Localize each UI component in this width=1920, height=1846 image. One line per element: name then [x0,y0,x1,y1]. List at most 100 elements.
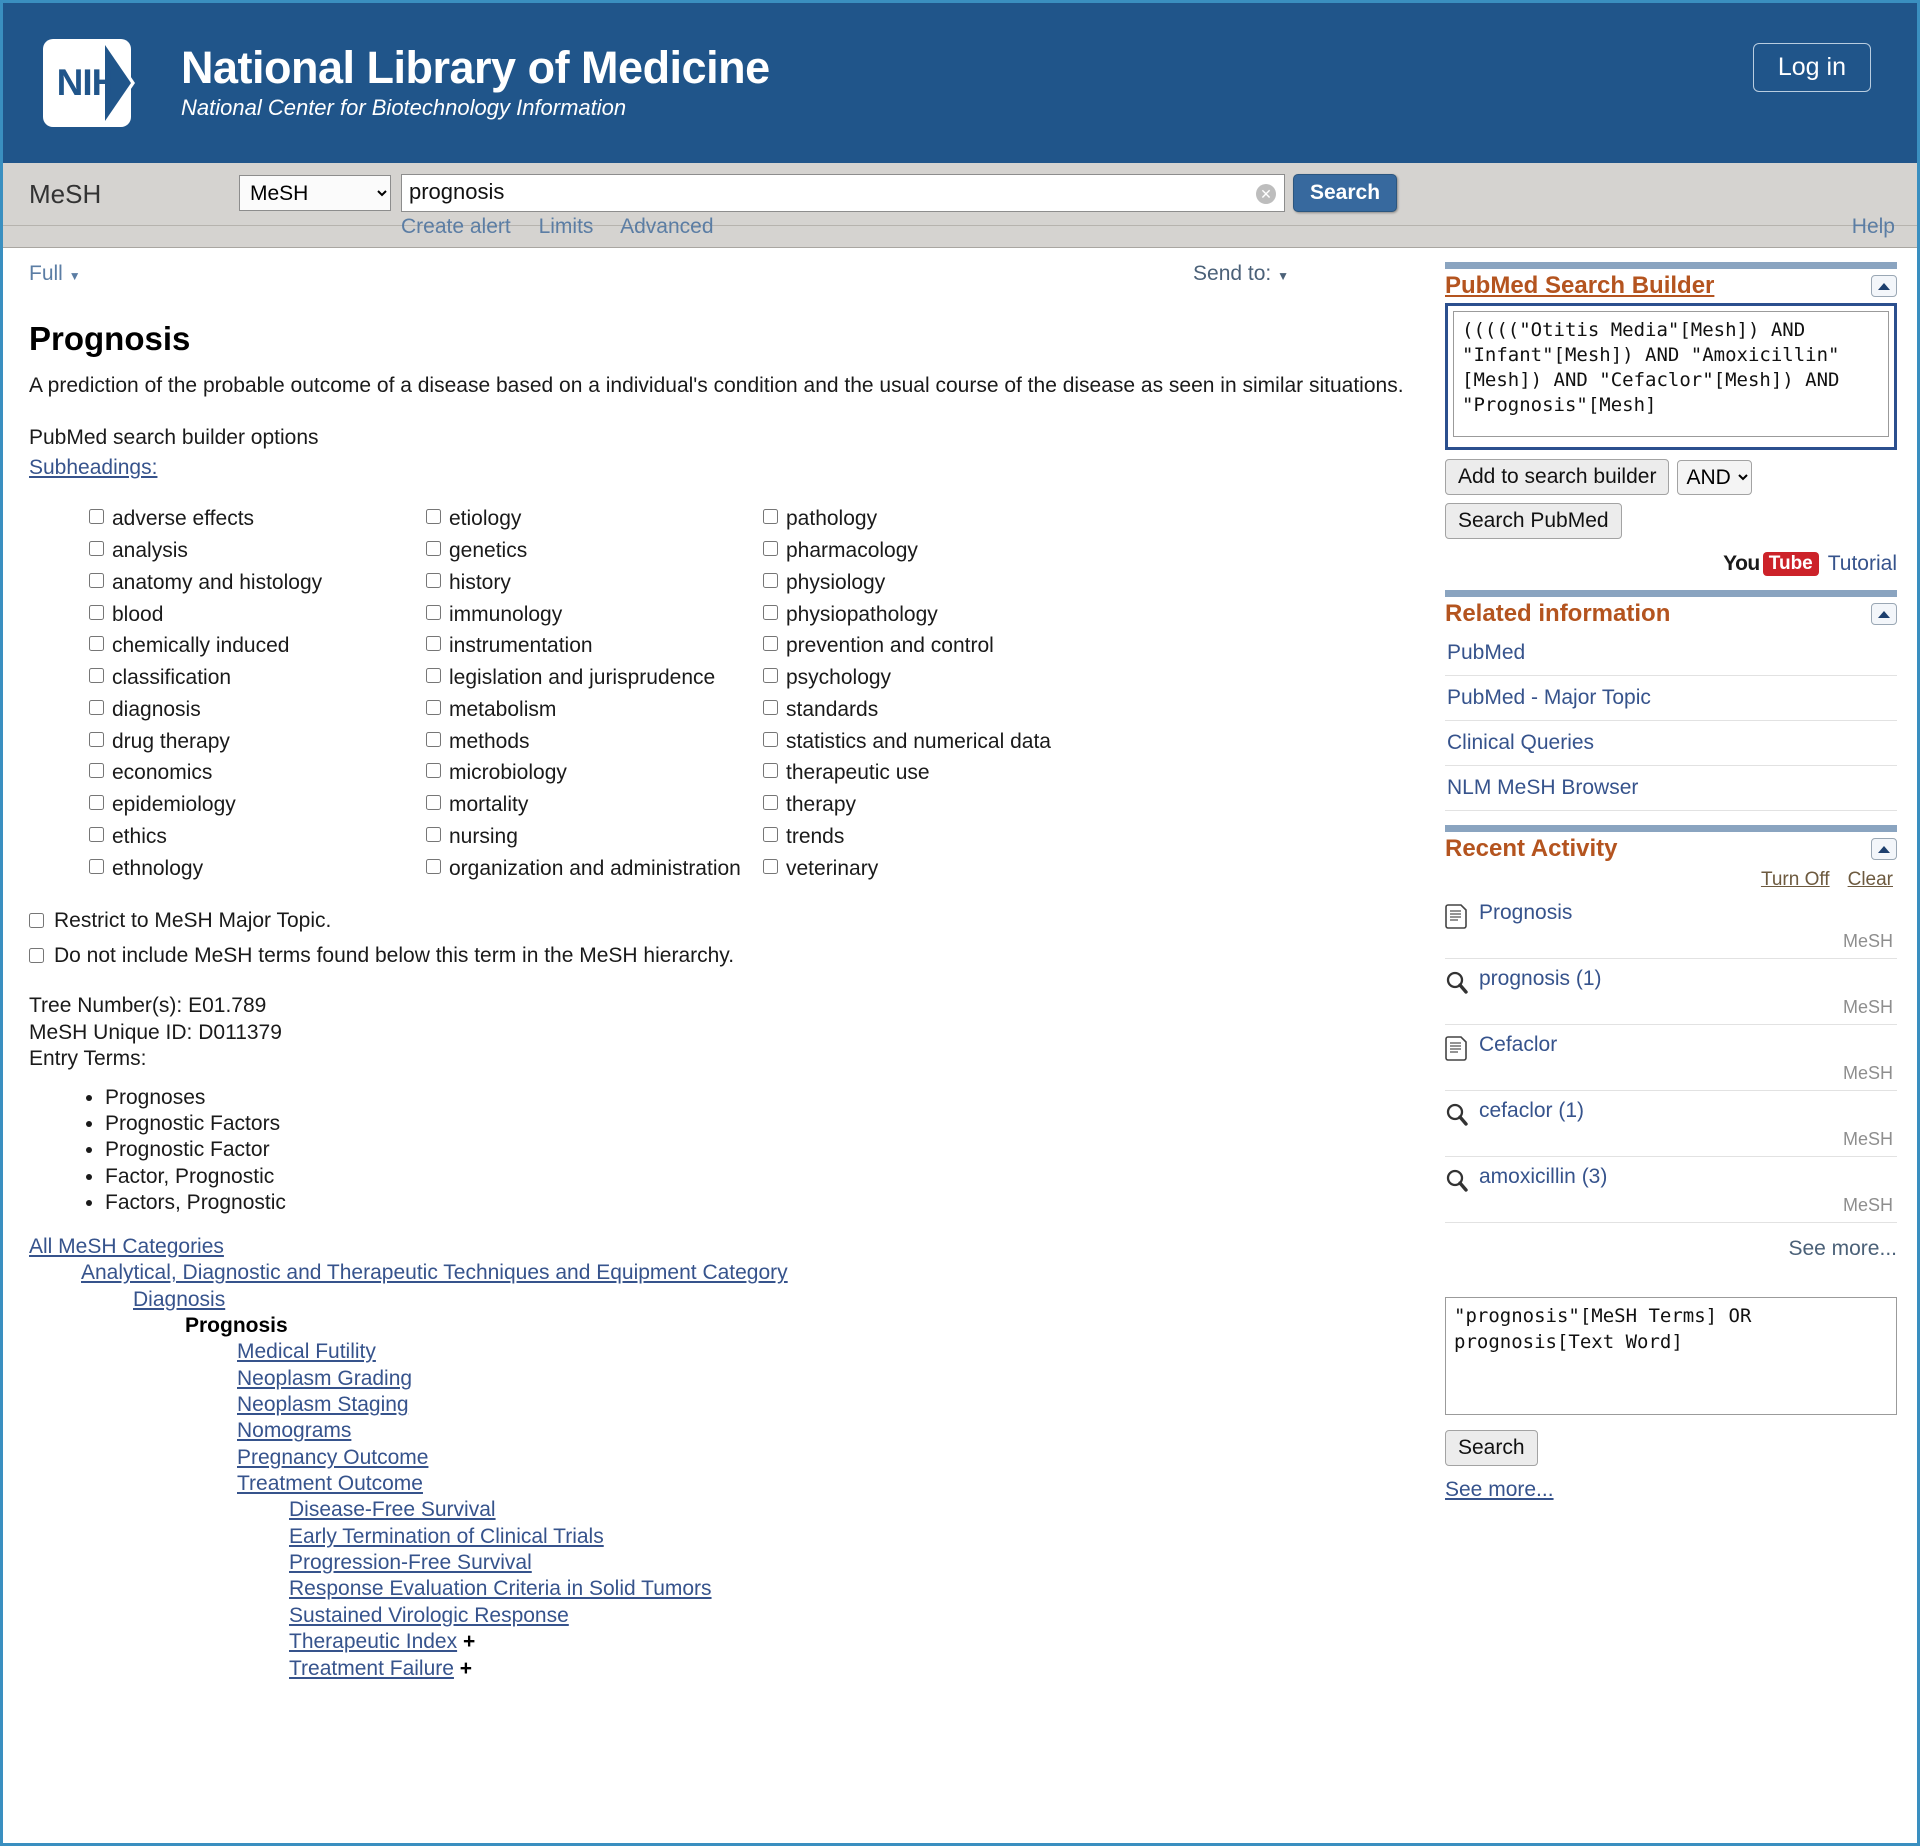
hierarchy-link-label[interactable]: Progression-Free Survival [289,1551,532,1574]
subheading-checkbox[interactable] [426,605,441,620]
hierarchy-link[interactable]: Progression-Free Survival [289,1551,1433,1575]
hierarchy-link-label[interactable]: Early Termination of Clinical Trials [289,1525,604,1548]
search-builder-textarea[interactable] [1453,311,1889,437]
nlm-logo[interactable]: NIH National Library of Medicine Nationa… [43,39,770,127]
subheading-checkbox[interactable] [763,763,778,778]
subheading-item[interactable]: statistics and numerical data [763,729,1100,755]
query-search-button[interactable]: Search [1445,1430,1538,1466]
related-information-item[interactable]: PubMed [1445,631,1897,676]
subheading-checkbox[interactable] [763,636,778,651]
subheading-item[interactable]: analysis [89,538,426,564]
subheading-checkbox[interactable] [763,509,778,524]
subheading-checkbox[interactable] [426,700,441,715]
search-builder-title[interactable]: PubMed Search Builder [1445,272,1714,300]
subheading-checkbox[interactable] [89,763,104,778]
subheading-checkbox[interactable] [426,795,441,810]
subheading-item[interactable]: blood [89,602,426,628]
subheading-checkbox[interactable] [763,573,778,588]
hierarchy-link[interactable]: Treatment Outcome [237,1472,1433,1496]
collapse-icon[interactable] [1871,275,1897,297]
subheading-item[interactable]: physiology [763,570,1100,596]
subheading-checkbox[interactable] [426,859,441,874]
subheading-item[interactable]: immunology [426,602,763,628]
hierarchy-link-label[interactable]: Response Evaluation Criteria in Solid Tu… [289,1577,712,1600]
send-to-menu[interactable]: Send to: ▼ [1193,262,1289,286]
advanced-link[interactable]: Advanced [620,215,713,238]
hierarchy-link-label[interactable]: All MeSH Categories [29,1235,224,1258]
hierarchy-link[interactable]: All MeSH Categories [29,1235,1433,1259]
subheading-checkbox[interactable] [89,827,104,842]
hierarchy-link-label[interactable]: Treatment Failure [289,1657,454,1680]
subheading-item[interactable]: physiopathology [763,602,1100,628]
clear-icon[interactable]: ✕ [1256,184,1276,204]
subheading-checkbox[interactable] [426,541,441,556]
boolean-operator-select[interactable]: AND [1677,460,1752,495]
recent-activity-label[interactable]: prognosis (1) [1479,967,1897,991]
hierarchy-link-label[interactable]: Treatment Outcome [237,1472,423,1495]
hierarchy-link-label[interactable]: Nomograms [237,1419,351,1442]
subheading-checkbox[interactable] [426,763,441,778]
subheading-checkbox[interactable] [89,668,104,683]
database-select[interactable]: MeSH [239,175,391,211]
search-button[interactable]: Search [1293,174,1397,212]
subheading-checkbox[interactable] [763,859,778,874]
subheading-item[interactable]: therapy [763,792,1100,818]
subheading-checkbox[interactable] [89,509,104,524]
recent-activity-item[interactable]: cefaclor (1)MeSH [1445,1091,1897,1157]
hierarchy-link[interactable]: Pregnancy Outcome [237,1446,1433,1470]
subheading-item[interactable]: adverse effects [89,506,426,532]
subheading-item[interactable]: veterinary [763,856,1100,882]
subheadings-label[interactable]: Subheadings: [29,456,157,480]
subheading-checkbox[interactable] [89,700,104,715]
recent-activity-item[interactable]: CefaclorMeSH [1445,1025,1897,1091]
hierarchy-link[interactable]: Sustained Virologic Response [289,1604,1433,1628]
hierarchy-link-label[interactable]: Therapeutic Index [289,1630,457,1653]
subheading-item[interactable]: pathology [763,506,1100,532]
subheading-item[interactable]: anatomy and histology [89,570,426,596]
subheading-item[interactable]: ethnology [89,856,426,882]
collapse-icon[interactable] [1871,838,1897,860]
query-see-more-link[interactable]: See more... [1445,1478,1554,1502]
hierarchy-link[interactable]: Medical Futility [237,1340,1433,1364]
subheading-checkbox[interactable] [763,732,778,747]
recent-activity-item[interactable]: prognosis (1)MeSH [1445,959,1897,1025]
subheading-item[interactable]: epidemiology [89,792,426,818]
recent-activity-item[interactable]: PrognosisMeSH [1445,893,1897,959]
subheading-checkbox[interactable] [426,827,441,842]
subheading-item[interactable]: economics [89,760,426,786]
hierarchy-link-label[interactable]: Sustained Virologic Response [289,1604,569,1627]
restrict-major-topic-row[interactable]: Restrict to MeSH Major Topic. [29,909,1433,933]
subheading-checkbox[interactable] [763,795,778,810]
login-button[interactable]: Log in [1753,43,1871,92]
subheading-item[interactable]: chemically induced [89,633,426,659]
restrict-major-topic-checkbox[interactable] [29,913,44,928]
related-information-item[interactable]: NLM MeSH Browser [1445,766,1897,811]
subheading-checkbox[interactable] [89,605,104,620]
recent-activity-see-more[interactable]: See more... [1445,1237,1897,1261]
hierarchy-link-label[interactable]: Neoplasm Grading [237,1367,412,1390]
hierarchy-link[interactable]: Disease-Free Survival [289,1498,1433,1522]
related-information-item[interactable]: Clinical Queries [1445,721,1897,766]
recent-activity-label[interactable]: amoxicillin (3) [1479,1165,1897,1189]
subheading-item[interactable]: metabolism [426,697,763,723]
collapse-icon[interactable] [1871,603,1897,625]
subheading-item[interactable]: methods [426,729,763,755]
recent-activity-label[interactable]: Cefaclor [1479,1033,1897,1057]
search-pubmed-button[interactable]: Search PubMed [1445,503,1622,539]
hierarchy-link-label[interactable]: Disease-Free Survival [289,1498,496,1521]
subheading-checkbox[interactable] [89,636,104,651]
subheading-item[interactable]: ethics [89,824,426,850]
subheading-checkbox[interactable] [763,668,778,683]
hierarchy-link-label[interactable]: Diagnosis [133,1288,225,1311]
subheading-checkbox[interactable] [89,541,104,556]
subheading-item[interactable]: nursing [426,824,763,850]
limits-link[interactable]: Limits [539,215,594,238]
hierarchy-link[interactable]: Treatment Failure + [289,1657,1433,1681]
hierarchy-link[interactable]: Analytical, Diagnostic and Therapeutic T… [81,1261,1433,1285]
subheading-checkbox[interactable] [426,732,441,747]
hierarchy-link-label[interactable]: Pregnancy Outcome [237,1446,428,1469]
hierarchy-link[interactable]: Early Termination of Clinical Trials [289,1525,1433,1549]
hierarchy-link[interactable]: Response Evaluation Criteria in Solid Tu… [289,1577,1433,1601]
hierarchy-link-label[interactable]: Analytical, Diagnostic and Therapeutic T… [81,1261,788,1284]
subheading-item[interactable]: organization and administration [426,856,763,882]
